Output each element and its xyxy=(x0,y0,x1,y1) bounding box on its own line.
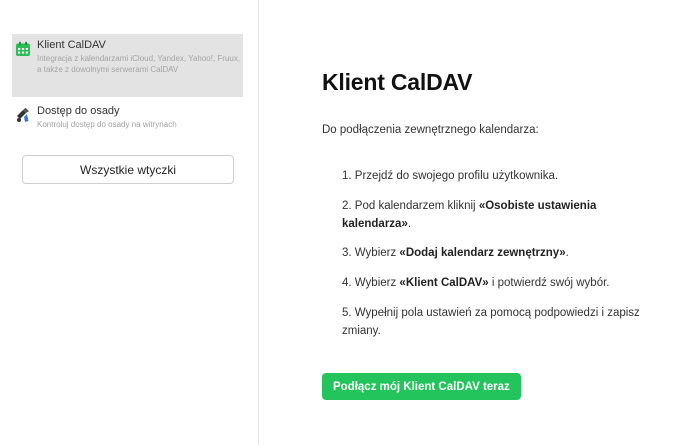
step-text: Pod kalendarzem kliknij xyxy=(354,200,479,212)
sidebar-item-name: Dostęp do osady xyxy=(37,105,120,117)
step-number: 4. xyxy=(342,277,352,289)
steps-list: 1. Przejdź do swojego profilu użytkownik… xyxy=(342,167,642,340)
step-bold-text: «Klient CalDAV» xyxy=(399,277,489,289)
step-text-suffix: i potwierdź swój wybór. xyxy=(488,277,610,289)
sidebar: Klient CalDAV Integracja z kalendarzami … xyxy=(0,0,259,445)
step-text: Przejdź do swojego profilu użytkownika. xyxy=(354,170,559,182)
sidebar-item-name: Klient CalDAV xyxy=(37,39,106,51)
step-number: 2. xyxy=(342,200,352,212)
step-number: 5. xyxy=(342,307,352,319)
sidebar-item-description: Kontroluj dostęp do osady na witrynach xyxy=(37,120,177,129)
page-title: Klient CalDAV xyxy=(322,69,473,95)
calendar-icon xyxy=(14,40,32,58)
step-item: 1. Przejdź do swojego profilu użytkownik… xyxy=(342,167,642,185)
pin-icon xyxy=(14,106,32,124)
step-item: 5. Wypełnij pola ustawień za pomocą podp… xyxy=(342,304,642,340)
step-bold-text: «Dodaj kalendarz zewnętrzny» xyxy=(399,247,566,259)
sidebar-item-description: Integracja z kalendarzami iCloud, Yandex… xyxy=(37,54,241,74)
step-number: 3. xyxy=(342,247,352,259)
step-item: 2. Pod kalendarzem kliknij «Osobiste ust… xyxy=(342,197,642,233)
step-number: 1. xyxy=(342,170,352,182)
step-text: Wypełnij pola ustawień za pomocą podpowi… xyxy=(342,307,640,337)
sidebar-item-access[interactable]: Dostęp do osady Kontroluj dostęp do osad… xyxy=(12,100,243,132)
step-text-suffix: . xyxy=(565,247,569,259)
step-item: 3. Wybierz «Dodaj kalendarz zewnętrzny». xyxy=(342,244,642,262)
connect-caldav-button[interactable]: Podłącz mój Klient CalDAV teraz xyxy=(322,373,521,400)
intro-text: Do podłączenia zewnętrznego kalendarza: xyxy=(322,124,539,136)
step-item: 4. Wybierz «Klient CalDAV» i potwierdź s… xyxy=(342,274,642,292)
step-text-suffix: . xyxy=(407,218,412,230)
step-text: Wybierz xyxy=(354,277,400,289)
sidebar-item-caldav[interactable]: Klient CalDAV Integracja z kalendarzami … xyxy=(12,34,243,97)
all-plugins-button[interactable]: Wszystkie wtyczki xyxy=(22,155,234,184)
step-text: Wybierz xyxy=(354,247,400,259)
